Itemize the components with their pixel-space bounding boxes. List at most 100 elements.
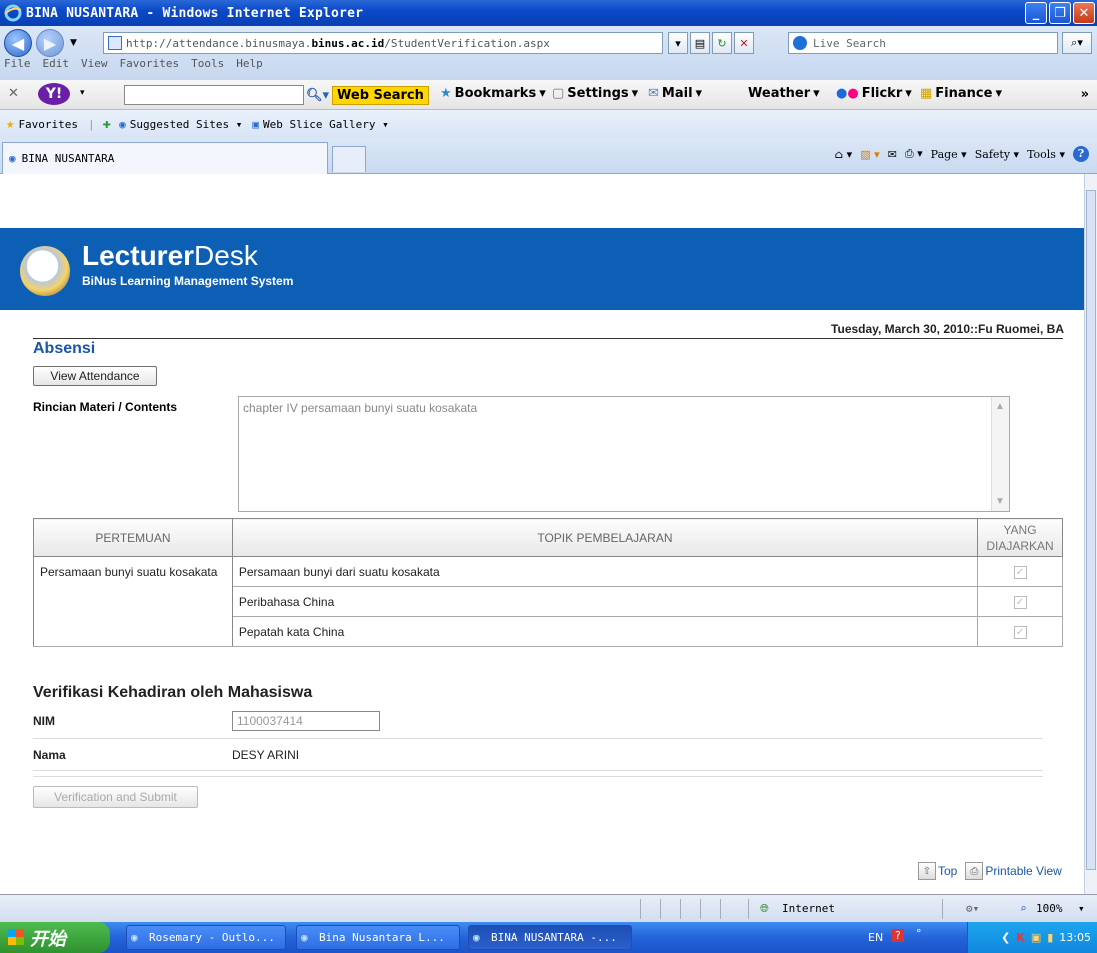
page-scrollbar[interactable] (1084, 174, 1097, 894)
tray-arrow-icon[interactable]: ❮ (1001, 931, 1010, 944)
taught-checkbox[interactable]: ✓ (1013, 566, 1027, 579)
task-bina-nusantara-l[interactable]: ◉ Bina Nusantara L... (296, 925, 460, 950)
yahoo-search-input[interactable] (124, 85, 304, 105)
nim-input[interactable]: 1100037414 (232, 711, 380, 731)
topic-cell: Persamaan bunyi dari suatu kosakata (231, 556, 979, 587)
toolbar-overflow-icon[interactable]: » (1081, 87, 1089, 102)
language-bar-help-icon[interactable]: ? (892, 929, 904, 942)
live-search-placeholder: Live Search (813, 36, 886, 50)
task-bina-nusantara[interactable]: ◉ BINA NUSANTARA -... (468, 925, 632, 950)
menu-help[interactable]: Help (236, 57, 263, 70)
maximize-button[interactable]: ❐ (1049, 2, 1071, 24)
textarea-scrollbar[interactable]: ▲ ▼ (991, 397, 1009, 511)
compat-view-icon[interactable]: ▤ (690, 32, 710, 54)
scroll-up-icon[interactable]: ▲ (995, 401, 1005, 412)
suggested-sites-icon: ◉ (119, 117, 126, 131)
refresh-icon[interactable]: ↻ (712, 32, 732, 54)
home-icon[interactable]: ⌂ ▾ (835, 148, 852, 161)
start-button[interactable]: 开始 (0, 922, 110, 953)
safety-menu[interactable]: Safety ▾ (975, 148, 1019, 161)
tab-bina-nusantara[interactable]: ◉ BINA NUSANTARA (2, 142, 328, 174)
contents-text: chapter IV persamaan bunyi suatu kosakat… (243, 401, 478, 415)
chevron-down-icon: ▾ (813, 86, 820, 101)
taught-checkbox[interactable]: ✓ (1013, 596, 1027, 609)
close-button[interactable]: ✕ (1073, 2, 1095, 24)
zoom-icon[interactable]: ⌕ (1020, 902, 1027, 915)
finance-icon: ▦ (920, 86, 933, 101)
verification-submit-button[interactable]: Verification and Submit (33, 786, 198, 808)
task-label: Bina Nusantara L... (319, 931, 445, 944)
view-attendance-button[interactable]: View Attendance (33, 366, 157, 386)
taught-cell: ✓ (977, 616, 1063, 647)
language-bar-options-icon[interactable]: ° (916, 927, 922, 940)
address-dropdown-icon[interactable]: ▾ (668, 32, 688, 54)
weather-button[interactable]: Weather ▾ (748, 86, 820, 101)
favorites-button[interactable]: Favorites (18, 118, 78, 131)
nama-label: Nama (33, 748, 66, 762)
web-slice-link[interactable]: Web Slice Gallery ▾ (263, 118, 389, 131)
yahoo-menu-dropdown-icon[interactable]: ▾ (80, 88, 85, 98)
feeds-icon[interactable]: ▧ ▾ (860, 148, 879, 161)
topic-cell: Peribahasa China (231, 586, 979, 617)
system-tray: ❮ K ▣ ▮ 13:05 (967, 922, 1097, 953)
topic-cell: Pepatah kata China (231, 616, 979, 647)
page-menu[interactable]: Page ▾ (931, 148, 967, 161)
top-link[interactable]: Top (938, 864, 957, 878)
stop-icon[interactable]: ✕ (734, 32, 754, 54)
search-icon[interactable]: ⌕▾ (1062, 32, 1092, 54)
live-search-input[interactable]: Live Search (788, 32, 1058, 54)
protected-mode-icon[interactable]: ⚙︎▾ (966, 902, 979, 915)
toolbar-close-icon[interactable]: ✕ (8, 86, 19, 101)
tray-app-icon[interactable]: K (1016, 931, 1025, 944)
print-icon[interactable]: ⎙ ▾ (905, 147, 923, 161)
tray-volume-icon[interactable]: ▮ (1047, 931, 1053, 944)
footer-links: ⇧ Top ⎙ Printable View (918, 862, 1062, 880)
task-outlook[interactable]: ◉ Rosemary - Outlo... (126, 925, 286, 950)
address-input[interactable]: http://attendance.binusmaya. binus.ac.id /… (103, 32, 663, 54)
printer-icon[interactable]: ⎙ (965, 862, 984, 880)
web-search-label: Web Search (332, 86, 429, 105)
help-icon[interactable]: ? (1073, 146, 1089, 162)
tools-menu-label: Tools (1027, 147, 1056, 161)
tray-network-icon[interactable]: ▣ (1031, 931, 1041, 944)
menu-edit[interactable]: Edit (43, 57, 70, 70)
yahoo-toolbar: ✕ Y! ▾ 🔍︎▾ Web Search ★ Bookmarks ▾ ▢ Set… (0, 80, 1097, 110)
add-favorite-icon[interactable]: ✚ (103, 116, 111, 132)
contents-textarea[interactable]: chapter IV persamaan bunyi suatu kosakat… (238, 396, 1010, 512)
tools-menu[interactable]: Tools ▾ (1027, 148, 1065, 161)
tab-bar: ◉ BINA NUSANTARA ⌂ ▾ ▧ ▾ ✉ ⎙ ▾ Page ▾ Sa… (0, 138, 1097, 174)
bookmarks-button[interactable]: ★ Bookmarks ▾ (440, 86, 546, 101)
scroll-down-icon[interactable]: ▼ (995, 496, 1005, 507)
mail-button[interactable]: ✉ Mail ▾ (648, 86, 702, 101)
top-arrow-icon[interactable]: ⇧ (918, 862, 936, 880)
suggested-sites-link[interactable]: Suggested Sites ▾ (130, 118, 243, 131)
section-title: Absensi (33, 340, 96, 357)
menu-favorites[interactable]: Favorites (120, 57, 180, 70)
finance-button[interactable]: ▦ Finance ▾ (920, 86, 1002, 101)
settings-button[interactable]: ▢ Settings ▾ (552, 86, 638, 101)
flickr-button[interactable]: ●● Flickr ▾ (836, 86, 912, 101)
scrollbar-thumb[interactable] (1086, 190, 1096, 870)
new-tab-button[interactable] (332, 146, 366, 172)
menu-view[interactable]: View (81, 57, 108, 70)
chevron-down-icon: ▾ (631, 86, 639, 101)
magnifier-icon: 🔍︎▾ (306, 88, 330, 103)
language-indicator[interactable]: EN (868, 931, 883, 944)
history-dropdown-icon[interactable]: ▼ (70, 38, 77, 48)
menu-file[interactable]: File (4, 57, 31, 70)
header-pertemuan: PERTEMUAN (33, 518, 233, 557)
menu-tools[interactable]: Tools (191, 57, 224, 70)
read-mail-icon[interactable]: ✉ (888, 148, 897, 161)
yahoo-search-button[interactable]: 🔍︎▾ Web Search (306, 86, 429, 105)
yahoo-logo-icon[interactable]: Y! (38, 83, 70, 105)
tab-favicon-icon: ◉ (9, 152, 16, 165)
taught-checkbox[interactable]: ✓ (1013, 626, 1027, 639)
zoom-dropdown-icon[interactable]: ▾ (1078, 902, 1085, 915)
task-ie-icon: ◉ (473, 931, 480, 944)
header-topik: TOPIK PEMBELAJARAN (231, 518, 979, 557)
zoom-level[interactable]: 100% (1036, 902, 1063, 915)
printable-view-link[interactable]: Printable View (985, 864, 1062, 878)
safety-menu-label: Safety (974, 147, 1011, 161)
minimize-button[interactable]: _ (1025, 2, 1047, 24)
header-divider (33, 338, 1063, 339)
